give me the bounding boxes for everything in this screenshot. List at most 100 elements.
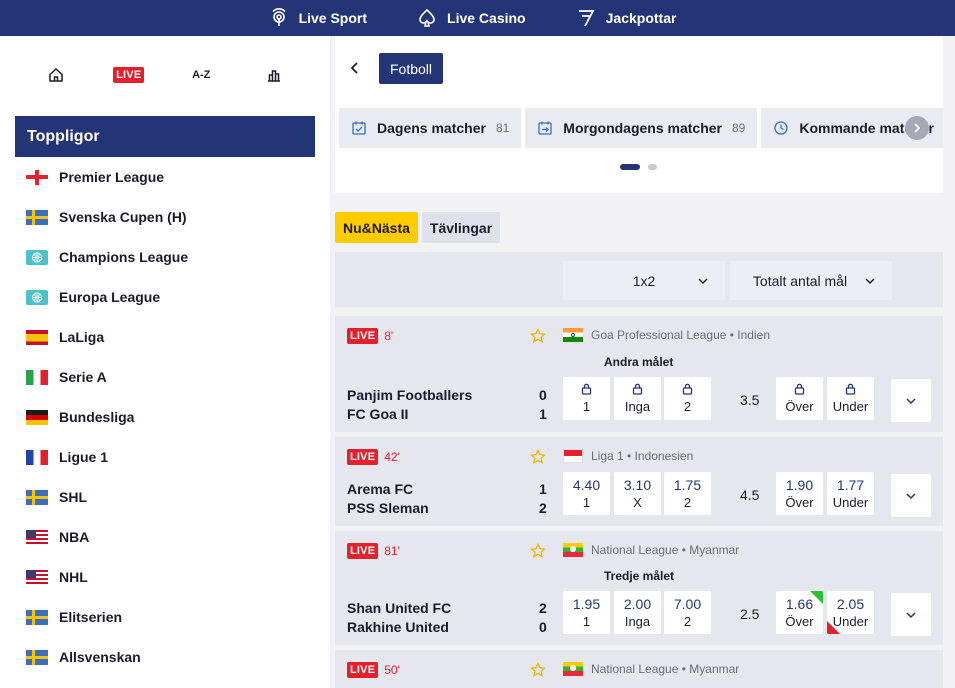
- clock-icon: [774, 121, 789, 135]
- live-indicator: LIVE 50': [347, 662, 400, 678]
- topnav-label: Jackpottar: [605, 10, 677, 26]
- tab-tavlingar[interactable]: Tävlingar: [421, 212, 501, 243]
- sidebar-item-nba[interactable]: NBA: [15, 517, 315, 557]
- away-team[interactable]: Rakhine United: [347, 619, 449, 635]
- sidebar-item-europa-league[interactable]: Europa League: [15, 277, 315, 317]
- top-nav: Live Sport Live Casino Jackpottar: [0, 0, 955, 36]
- odds-button[interactable]: 4.40 1: [563, 472, 610, 515]
- live-badge: LIVE: [347, 662, 379, 678]
- sidebar-item-serie-a[interactable]: Serie A: [15, 357, 315, 397]
- sidebar-item-allsvenskan[interactable]: Allsvenskan: [15, 637, 315, 677]
- sidebar-item-bundesliga[interactable]: Bundesliga: [15, 397, 315, 437]
- filters-scroll-right-button[interactable]: [905, 116, 929, 140]
- odds-button-locked[interactable]: Inga: [614, 377, 661, 420]
- spain-flag-icon: [26, 329, 48, 345]
- sidebar-item-ligue-1[interactable]: Ligue 1: [15, 437, 315, 477]
- live-button[interactable]: LIVE: [109, 55, 149, 95]
- carousel-dot[interactable]: [648, 164, 657, 170]
- live-badge: LIVE: [113, 67, 145, 83]
- topnav-jackpottar[interactable]: Jackpottar: [576, 8, 677, 28]
- stats-button[interactable]: [254, 55, 294, 95]
- match-filters: Dagens matcher 81 Morgondagens matcher 8…: [339, 108, 943, 148]
- odds-label: Under: [832, 494, 869, 510]
- myanmar-flag-icon: [563, 662, 583, 676]
- sidebar-item-svenska-cupen[interactable]: Svenska Cupen (H): [15, 197, 315, 237]
- lock-icon: [682, 383, 693, 395]
- lock-icon: [845, 383, 856, 395]
- odds-label: Under: [832, 399, 869, 414]
- league-label: Serie A: [59, 369, 107, 385]
- odds-button[interactable]: 1.75 2: [664, 472, 711, 515]
- odds-label: Över: [785, 613, 814, 629]
- odds-button-locked[interactable]: 1: [563, 377, 610, 420]
- bar-chart-icon: [267, 70, 280, 82]
- home-score: 1: [539, 481, 547, 497]
- league-label: Premier League: [59, 169, 165, 185]
- match-card: LIVE 8' Goa Professional League • Indien…: [335, 316, 943, 432]
- chevron-down-icon: [698, 277, 708, 284]
- odds-button[interactable]: 2.05 Under: [827, 591, 874, 634]
- favorite-star-icon[interactable]: [530, 543, 546, 559]
- live-badge: LIVE: [347, 328, 379, 344]
- match-league: Liga 1 • Indonesien: [563, 449, 693, 463]
- market-select-label: Totalt antal mål: [752, 272, 848, 289]
- home-team[interactable]: Shan United FC: [347, 600, 451, 616]
- away-score: 1: [539, 406, 547, 422]
- home-button[interactable]: [36, 55, 76, 95]
- sidebar-item-laliga[interactable]: LaLiga: [15, 317, 315, 357]
- favorite-star-icon[interactable]: [530, 662, 546, 678]
- favorite-star-icon[interactable]: [530, 328, 546, 344]
- sidebar-item-elitserien[interactable]: Elitserien: [15, 597, 315, 637]
- topnav-live-casino[interactable]: Live Casino: [417, 8, 526, 28]
- back-button[interactable]: [345, 56, 365, 80]
- carousel-dot-active[interactable]: [620, 164, 640, 170]
- sweden-flag-icon: [26, 609, 48, 625]
- sport-pill[interactable]: Fotboll: [379, 53, 444, 84]
- expand-match-button[interactable]: [891, 474, 931, 517]
- odds-button-locked[interactable]: 2: [664, 377, 711, 420]
- match-minute: 8': [384, 329, 394, 343]
- odds-button[interactable]: 1.66 Över: [776, 591, 823, 634]
- odds-button[interactable]: 3.10 X: [614, 472, 661, 515]
- odds-button-locked[interactable]: Över: [776, 377, 823, 420]
- live-sport-icon: [271, 8, 286, 26]
- sidebar-item-premier-league[interactable]: Premier League: [15, 157, 315, 197]
- odds-button[interactable]: 2.00 Inga: [614, 591, 661, 634]
- home-team[interactable]: Arema FC: [347, 481, 413, 497]
- filter-label: Morgondagens matcher: [563, 120, 722, 136]
- match-minute: 50': [384, 663, 400, 677]
- spade-icon: [419, 8, 435, 27]
- market-subtitle: Tredje målet: [604, 569, 675, 583]
- market-selector-bar: 1x2 Totalt antal mål: [335, 252, 943, 307]
- odds-button-locked[interactable]: Under: [827, 377, 874, 420]
- home-icon: [49, 67, 63, 82]
- sidebar-item-nhl[interactable]: NHL: [15, 557, 315, 597]
- filter-tomorrows-matches[interactable]: Morgondagens matcher 89: [525, 108, 758, 148]
- home-score: 0: [539, 387, 547, 403]
- az-button[interactable]: A-Z: [181, 55, 221, 95]
- myanmar-flag-icon: [563, 543, 583, 557]
- league-label: Bundesliga: [59, 409, 135, 425]
- odds-button[interactable]: 1.90 Över: [776, 472, 823, 515]
- lock-icon: [794, 383, 805, 395]
- carousel-dots: [620, 164, 657, 170]
- odds-button[interactable]: 1.77 Under: [827, 472, 874, 515]
- favorite-star-icon[interactable]: [530, 449, 546, 465]
- market-select-total-goals[interactable]: Totalt antal mål: [730, 261, 892, 300]
- topnav-live-sport[interactable]: Live Sport: [269, 8, 367, 28]
- market-select-1x2[interactable]: 1x2: [563, 261, 725, 300]
- odds-button[interactable]: 7.00 2: [664, 591, 711, 634]
- sidebar-item-champions-league[interactable]: Champions League: [15, 237, 315, 277]
- usa-flag-icon: [26, 529, 48, 545]
- tab-nu-nasta[interactable]: Nu&Nästa: [335, 212, 418, 243]
- away-team[interactable]: FC Goa II: [347, 406, 408, 422]
- odds-value: 2.00: [623, 595, 652, 612]
- away-team[interactable]: PSS Sleman: [347, 500, 429, 516]
- match-card: LIVE 42' Liga 1 • Indonesien Arema FC PS…: [335, 437, 943, 526]
- filter-todays-matches[interactable]: Dagens matcher 81: [339, 108, 522, 148]
- expand-match-button[interactable]: [891, 379, 931, 422]
- odds-button[interactable]: 1.95 1: [563, 591, 610, 634]
- expand-match-button[interactable]: [891, 593, 931, 636]
- sidebar-item-shl[interactable]: SHL: [15, 477, 315, 517]
- home-team[interactable]: Panjim Footballers: [347, 387, 472, 403]
